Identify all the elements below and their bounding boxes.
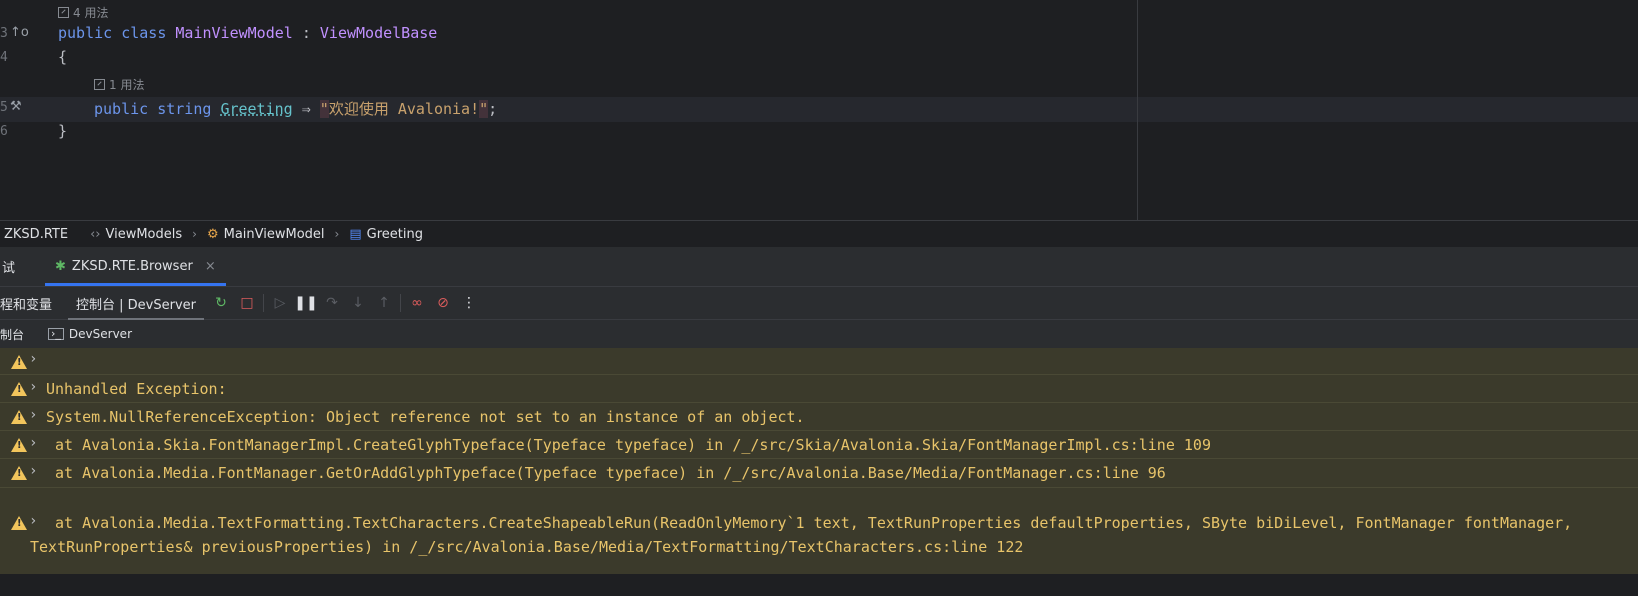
view-breakpoints-icon[interactable]: ∞ bbox=[404, 290, 430, 316]
console-row: › bbox=[0, 348, 1638, 375]
usages-hint-label: 1 用法 bbox=[109, 78, 145, 92]
debug-tab-bar: 试 ✱ ZKSD.RTE.Browser × bbox=[0, 247, 1638, 287]
code-editor[interactable]: 4 用法 3 ↑o public class MainViewModel : V… bbox=[0, 0, 1638, 220]
warning-icon bbox=[11, 410, 27, 424]
console-output[interactable]: › › Unhandled Exception: › System.NullRe… bbox=[0, 348, 1638, 574]
chevron-right-icon[interactable]: › bbox=[29, 379, 37, 395]
breadcrumb: ZKSD.RTE ‹› ViewModels › ⚙ MainViewModel ›… bbox=[0, 220, 1638, 247]
usages-icon bbox=[94, 79, 105, 90]
console-row: › Unhandled Exception: bbox=[0, 375, 1638, 403]
debug-bug-icon: ✱ bbox=[55, 259, 66, 274]
tool-window-title: 试 bbox=[2, 261, 16, 276]
base-class-name: ViewModelBase bbox=[319, 24, 438, 42]
string-quote-open: " bbox=[319, 100, 329, 118]
warning-icon bbox=[11, 382, 27, 396]
console-text: System.NullReferenceException: Object re… bbox=[46, 408, 805, 426]
breadcrumb-namespace-label: ViewModels bbox=[105, 226, 183, 242]
keyword-class: class bbox=[121, 24, 167, 42]
line-number: 6 bbox=[0, 124, 8, 139]
chevron-right-icon[interactable]: › bbox=[29, 351, 37, 367]
chevron-right-icon: › bbox=[334, 227, 340, 241]
console-row: › at Avalonia.Skia.FontManagerImpl.Creat… bbox=[0, 431, 1638, 459]
line-number: 4 bbox=[0, 50, 8, 65]
usages-hint-label: 4 用法 bbox=[73, 6, 109, 20]
line-number: 3 bbox=[0, 26, 8, 41]
class-icon: ⚙ bbox=[206, 226, 219, 242]
breadcrumb-project[interactable]: ZKSD.RTE bbox=[4, 227, 68, 242]
tab-threads-variables[interactable]: 程和变量 bbox=[0, 287, 64, 319]
subtab-console[interactable]: 制台 bbox=[0, 326, 48, 343]
breadcrumb-member[interactable]: ▤ Greeting bbox=[349, 227, 423, 242]
breadcrumb-class-label: MainViewModel bbox=[223, 226, 325, 242]
pause-icon[interactable]: ❚❚ bbox=[293, 290, 319, 316]
keyword-public: public bbox=[58, 24, 113, 42]
more-options-icon[interactable]: ⋮ bbox=[456, 290, 482, 316]
run-tab-label: ZKSD.RTE.Browser bbox=[71, 259, 193, 274]
warning-icon bbox=[11, 438, 27, 452]
console-text: at Avalonia.Skia.FontManagerImpl.CreateG… bbox=[46, 436, 1211, 454]
keyword-string: string bbox=[157, 100, 212, 118]
class-name: MainViewModel bbox=[175, 24, 293, 42]
property-icon: ▤ bbox=[349, 226, 362, 242]
console-row: › System.NullReferenceException: Object … bbox=[0, 403, 1638, 431]
console-subtabs: 制台 ›_ DevServer bbox=[0, 320, 1638, 349]
toolbar-divider bbox=[263, 294, 264, 312]
semicolon: ; bbox=[488, 100, 498, 118]
right-margin-guide bbox=[1137, 0, 1138, 220]
implements-gutter-icon[interactable]: ↑o bbox=[10, 25, 29, 40]
breadcrumb-member-label: Greeting bbox=[366, 226, 423, 242]
tab-console[interactable]: 控制台 | DevServer bbox=[64, 287, 208, 320]
string-literal: 欢迎使用 Avalonia! bbox=[328, 100, 480, 118]
warning-icon bbox=[11, 516, 27, 530]
warning-icon bbox=[11, 466, 27, 480]
chevron-right-icon[interactable]: › bbox=[29, 463, 37, 479]
namespace-icon: ‹› bbox=[90, 226, 101, 242]
chevron-right-icon[interactable]: › bbox=[29, 407, 37, 423]
usages-hint-property[interactable]: 1 用法 bbox=[94, 76, 144, 93]
step-out-icon[interactable]: ↑ bbox=[371, 290, 397, 316]
step-into-icon[interactable]: ↓ bbox=[345, 290, 371, 316]
string-quote-close: " bbox=[479, 100, 489, 118]
console-text: at Avalonia.Media.TextFormatting.TextCha… bbox=[46, 514, 1573, 532]
keyword-public: public bbox=[94, 100, 149, 118]
chevron-right-icon: › bbox=[192, 227, 197, 241]
subtab-devserver-label: DevServer bbox=[68, 327, 132, 341]
chevron-right-icon[interactable]: › bbox=[29, 513, 37, 529]
toolbar-divider bbox=[400, 294, 401, 312]
close-icon[interactable]: × bbox=[205, 259, 216, 274]
code-line-close-brace: } bbox=[58, 122, 68, 140]
breadcrumb-project-label: ZKSD.RTE bbox=[4, 226, 69, 242]
chevron-right-icon[interactable]: › bbox=[29, 435, 37, 451]
debug-toolbar: 程和变量 控制台 | DevServer ↻ □ ▷ ❚❚ ↷ ↓ ↑ ∞ ⊘ … bbox=[0, 287, 1638, 320]
colon: : bbox=[292, 24, 320, 42]
usages-hint-class[interactable]: 4 用法 bbox=[58, 4, 108, 21]
rerun-icon[interactable]: ↻ bbox=[208, 290, 234, 316]
console-text-continuation: TextRunProperties& previousProperties) i… bbox=[30, 538, 1024, 556]
step-over-icon[interactable]: ↷ bbox=[319, 290, 345, 316]
subtab-devserver[interactable]: ›_ DevServer bbox=[48, 327, 132, 341]
code-line-open-brace: { bbox=[58, 48, 68, 66]
line-number: 5 bbox=[0, 100, 8, 115]
lambda-arrow: ⇒ bbox=[301, 100, 311, 118]
stop-icon[interactable]: □ bbox=[234, 290, 260, 316]
hammer-icon[interactable]: ⚒ bbox=[10, 99, 22, 114]
breadcrumb-namespace[interactable]: ‹› ViewModels bbox=[90, 227, 182, 242]
terminal-icon: ›_ bbox=[48, 328, 64, 340]
resume-icon[interactable]: ▷ bbox=[267, 290, 293, 316]
code-line-class-declaration: public class MainViewModel : ViewModelBa… bbox=[58, 24, 437, 42]
property-name: Greeting bbox=[220, 100, 293, 118]
code-line-property: public string Greeting ⇒ "欢迎使用 Avalonia!… bbox=[94, 98, 497, 119]
usages-icon bbox=[58, 7, 69, 18]
tab-run-configuration[interactable]: ✱ ZKSD.RTE.Browser × bbox=[45, 247, 226, 286]
console-row: › at Avalonia.Media.TextFormatting.TextC… bbox=[0, 488, 1638, 574]
mute-breakpoints-icon[interactable]: ⊘ bbox=[430, 290, 456, 316]
console-text: at Avalonia.Media.FontManager.GetOrAddGl… bbox=[46, 464, 1166, 482]
breadcrumb-class[interactable]: ⚙ MainViewModel bbox=[207, 227, 325, 242]
console-text: Unhandled Exception: bbox=[46, 380, 227, 398]
warning-icon bbox=[11, 355, 27, 369]
console-row: › at Avalonia.Media.FontManager.GetOrAdd… bbox=[0, 459, 1638, 488]
